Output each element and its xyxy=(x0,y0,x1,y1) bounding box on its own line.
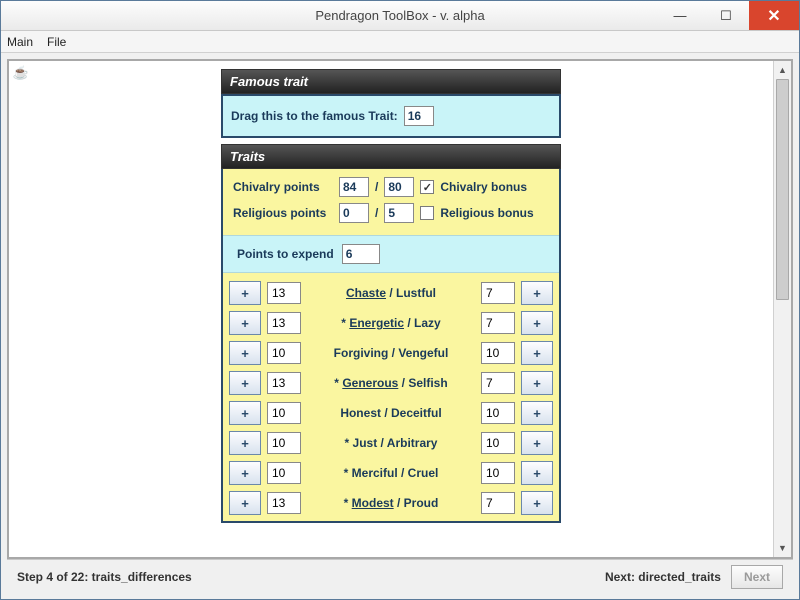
points-to-expend-value[interactable]: 6 xyxy=(342,244,380,264)
chivalry-bonus-label: Chivalry bonus xyxy=(440,180,527,194)
traits-body: Chivalry points 84 / 80 ✓ Chivalry bonus… xyxy=(221,169,561,523)
chivalry-points-label: Chivalry points xyxy=(233,180,333,194)
slash: / xyxy=(375,206,378,220)
next-step-label: Next: directed_traits xyxy=(605,570,721,584)
scroll-up-icon[interactable]: ▲ xyxy=(774,61,791,79)
famous-trait-header: Famous trait xyxy=(221,69,561,94)
trait-right-value[interactable]: 10 xyxy=(481,432,515,454)
trait-right-value[interactable]: 7 xyxy=(481,492,515,514)
panels: Famous trait Drag this to the famous Tra… xyxy=(221,69,561,557)
trait-right-value[interactable]: 7 xyxy=(481,372,515,394)
trait-names: * Merciful / Cruel xyxy=(307,466,475,480)
traits-header: Traits xyxy=(221,144,561,169)
increment-right-button[interactable]: + xyxy=(521,371,553,395)
trait-left-value[interactable]: 13 xyxy=(267,492,301,514)
menu-file[interactable]: File xyxy=(47,35,66,49)
increment-right-button[interactable]: + xyxy=(521,461,553,485)
trait-names: * Generous / Selfish xyxy=(307,376,475,390)
increment-left-button[interactable]: + xyxy=(229,341,261,365)
pane-inner: Famous trait Drag this to the famous Tra… xyxy=(9,61,773,557)
famous-trait-body: Drag this to the famous Trait: 16 xyxy=(221,94,561,138)
chivalry-row: Chivalry points 84 / 80 ✓ Chivalry bonus xyxy=(233,177,549,197)
increment-left-button[interactable]: + xyxy=(229,311,261,335)
points-to-expend-label: Points to expend xyxy=(237,247,334,261)
trait-names: * Energetic / Lazy xyxy=(307,316,475,330)
next-button[interactable]: Next xyxy=(731,565,783,589)
trait-row: +10 Forgiving / Vengeful 10 + xyxy=(229,341,553,365)
expend-area: Points to expend 6 xyxy=(223,235,559,273)
trait-names: Forgiving / Vengeful xyxy=(307,346,475,360)
trait-names: Honest / Deceitful xyxy=(307,406,475,420)
famous-trait-label: Drag this to the famous Trait: xyxy=(231,109,398,123)
trait-names: * Just / Arbitrary xyxy=(307,436,475,450)
trait-names: Chaste / Lustful xyxy=(307,286,475,300)
menu-main[interactable]: Main xyxy=(7,35,33,49)
trait-right-value[interactable]: 10 xyxy=(481,462,515,484)
increment-right-button[interactable]: + xyxy=(521,491,553,515)
titlebar: Pendragon ToolBox - v. alpha — ☐ ✕ xyxy=(1,1,799,31)
step-label: Step 4 of 22: traits_differences xyxy=(17,570,192,584)
trait-rows: +13 Chaste / Lustful 7 + +13 * Energetic / La… xyxy=(223,273,559,515)
increment-right-button[interactable]: + xyxy=(521,341,553,365)
trait-left-value[interactable]: 13 xyxy=(267,282,301,304)
trait-row: +13 * Generous / Selfish 7 + xyxy=(229,371,553,395)
increment-left-button[interactable]: + xyxy=(229,401,261,425)
window-title: Pendragon ToolBox - v. alpha xyxy=(1,8,799,23)
footer: Step 4 of 22: traits_differences Next: d… xyxy=(7,559,793,593)
menubar: Main File xyxy=(1,31,799,53)
religious-bonus-checkbox[interactable] xyxy=(420,206,434,220)
trait-right-value[interactable]: 10 xyxy=(481,342,515,364)
increment-left-button[interactable]: + xyxy=(229,371,261,395)
trait-row: +10 * Merciful / Cruel 10 + xyxy=(229,461,553,485)
trait-row: +13 * Modest / Proud 7 + xyxy=(229,491,553,515)
scroll-down-icon[interactable]: ▼ xyxy=(774,539,791,557)
increment-left-button[interactable]: + xyxy=(229,461,261,485)
trait-right-value[interactable]: 7 xyxy=(481,282,515,304)
trait-left-value[interactable]: 10 xyxy=(267,462,301,484)
trait-left-value[interactable]: 10 xyxy=(267,432,301,454)
religious-row: Religious points 0 / 5 Religious bonus xyxy=(233,203,549,223)
trait-left-value[interactable]: 10 xyxy=(267,342,301,364)
religious-points-value[interactable]: 0 xyxy=(339,203,369,223)
app-window: Pendragon ToolBox - v. alpha — ☐ ✕ Main … xyxy=(0,0,800,600)
famous-trait-value[interactable]: 16 xyxy=(404,106,434,126)
chivalry-bonus-checkbox[interactable]: ✓ xyxy=(420,180,434,194)
scroll-thumb[interactable] xyxy=(776,79,789,300)
trait-row: +10 Honest / Deceitful 10 + xyxy=(229,401,553,425)
increment-right-button[interactable]: + xyxy=(521,311,553,335)
bonus-area: Chivalry points 84 / 80 ✓ Chivalry bonus… xyxy=(223,169,559,235)
trait-row: +13 Chaste / Lustful 7 + xyxy=(229,281,553,305)
religious-points-label: Religious points xyxy=(233,206,333,220)
slash: / xyxy=(375,180,378,194)
trait-row: +10 * Just / Arbitrary 10 + xyxy=(229,431,553,455)
trait-right-value[interactable]: 10 xyxy=(481,402,515,424)
religious-points-max: 5 xyxy=(384,203,414,223)
trait-names: * Modest / Proud xyxy=(307,496,475,510)
trait-right-value[interactable]: 7 xyxy=(481,312,515,334)
content-area: ☕ Famous trait Drag this to the famous T… xyxy=(1,53,799,599)
main-pane: ☕ Famous trait Drag this to the famous T… xyxy=(7,59,793,559)
trait-left-value[interactable]: 13 xyxy=(267,312,301,334)
chivalry-points-max: 80 xyxy=(384,177,414,197)
religious-bonus-label: Religious bonus xyxy=(440,206,533,220)
chivalry-points-value[interactable]: 84 xyxy=(339,177,369,197)
increment-left-button[interactable]: + xyxy=(229,431,261,455)
trait-left-value[interactable]: 13 xyxy=(267,372,301,394)
increment-right-button[interactable]: + xyxy=(521,401,553,425)
increment-right-button[interactable]: + xyxy=(521,281,553,305)
vertical-scrollbar[interactable]: ▲ ▼ xyxy=(773,61,791,557)
increment-right-button[interactable]: + xyxy=(521,431,553,455)
trait-row: +13 * Energetic / Lazy 7 + xyxy=(229,311,553,335)
scroll-track[interactable] xyxy=(776,79,789,539)
increment-left-button[interactable]: + xyxy=(229,281,261,305)
increment-left-button[interactable]: + xyxy=(229,491,261,515)
trait-left-value[interactable]: 10 xyxy=(267,402,301,424)
